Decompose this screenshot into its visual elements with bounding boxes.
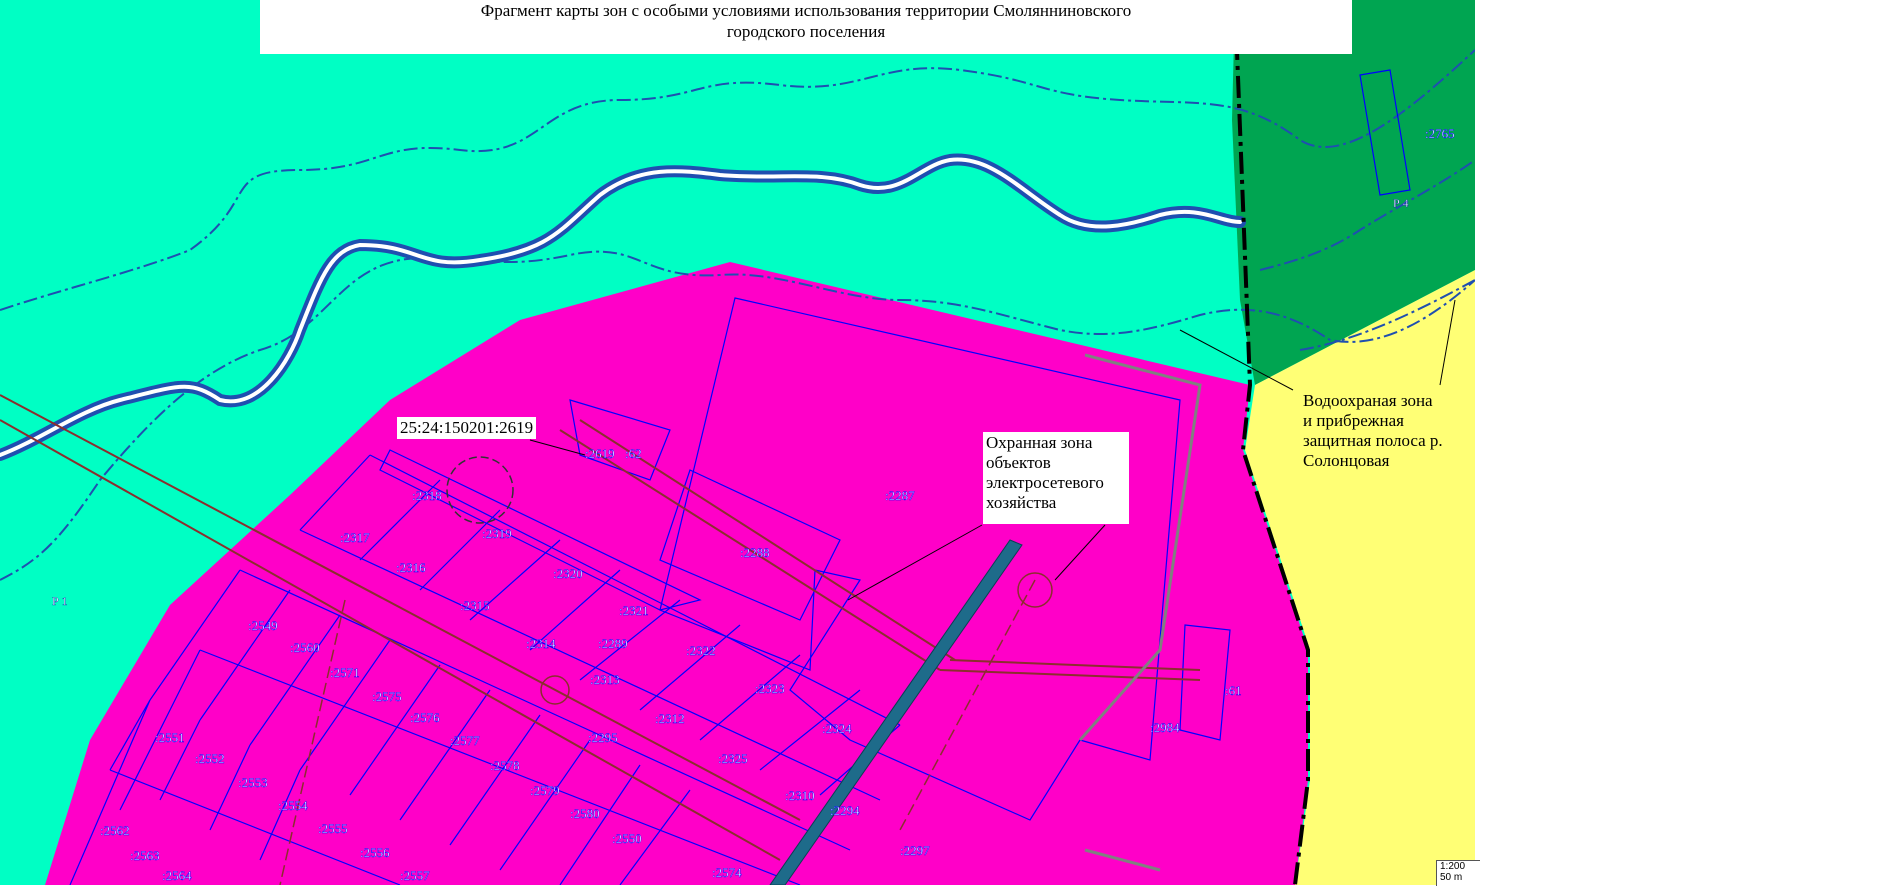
parcel-label-2297: :2297: [900, 843, 930, 858]
parcel-label-2549: :2549: [248, 618, 278, 633]
parcel-label-2324: :2324: [822, 721, 852, 736]
parcel-label-2287: :2287: [885, 488, 915, 503]
scale-indicator: 1:200 50 m: [1436, 860, 1480, 886]
parcel-label-62: :62: [625, 446, 642, 461]
parcel-label-2551: :2551: [155, 730, 185, 745]
parcel-label-2765: :2765: [1425, 126, 1455, 141]
power-zone-line4: хозяйства: [986, 493, 1057, 512]
parcel-label-2315: :2315: [460, 598, 490, 613]
parcel-label-2554: :2554: [278, 798, 308, 813]
parcel-label-2289: :2289: [598, 636, 628, 651]
map-svg[interactable]: :2765 :2619 :62 :2318 :2319 :2317 :2316 :2315 :2…: [0, 0, 1903, 885]
map-title: Фрагмент карты зон с особыми условиями и…: [260, 0, 1352, 54]
water-zone-line4: Солонцовая: [1303, 451, 1390, 470]
parcel-label-2578: :2578: [490, 758, 520, 773]
parcel-label-2580: :2580: [570, 806, 600, 821]
parcel-label-2619: :2619: [585, 446, 615, 461]
parcel-label-2579: :2579: [530, 783, 560, 798]
parcel-label-2576: :2576: [410, 710, 440, 725]
parcel-label-2556: :2556: [360, 845, 390, 860]
water-zone-annotation: Водоохраная зона и прибрежная защитная п…: [1300, 390, 1486, 472]
scale-distance: 50 m: [1440, 872, 1463, 883]
parcel-label-2557: :2557: [400, 868, 430, 883]
parcel-label-2317: :2317: [340, 530, 370, 545]
parcel-label-2552: :2552: [195, 751, 225, 766]
parcel-label-2294: :2294: [830, 803, 860, 818]
parcel-label-2563: :2563: [130, 848, 160, 863]
water-zone-line1: Водоохраная зона: [1303, 391, 1433, 410]
zone-label-r1: Р 1: [52, 594, 68, 608]
parcel-label-2313: :2313: [590, 672, 620, 687]
zone-label-r4: Р 4: [1393, 196, 1409, 210]
parcel-label-2322: :2322: [686, 643, 716, 658]
water-zone-line3: защитная полоса р.: [1303, 431, 1443, 450]
parcel-label-2562: :2562: [100, 823, 130, 838]
parcel-label-2321: :2321: [619, 603, 649, 618]
parcel-label-2319: :2319: [482, 526, 512, 541]
parcel-label-2288: :2288: [740, 545, 770, 560]
parcel-label-2555: :2555: [318, 821, 348, 836]
parcel-label-2574: :2574: [712, 865, 742, 880]
parcel-label-61: :61: [1225, 683, 1242, 698]
parcel-label-2550: :2550: [612, 831, 642, 846]
power-zone-annotation: Охранная зона объектов электросетевого х…: [983, 432, 1129, 524]
parcel-label-2571: :2571: [330, 665, 360, 680]
parcel-label-2316: :2316: [396, 560, 426, 575]
parcel-label-2320: :2320: [553, 566, 583, 581]
parcel-label-2310: :2310: [785, 788, 815, 803]
power-zone-line2: объектов: [986, 453, 1051, 472]
parcel-label-2325: :2325: [718, 751, 748, 766]
parcel-label-2312: :2312: [655, 711, 685, 726]
map-title-line1: Фрагмент карты зон с особыми условиями и…: [480, 1, 1132, 20]
parcel-label-2984: :2984: [1150, 720, 1180, 735]
parcel-label-2314: :2314: [526, 636, 556, 651]
parcel-label-2577: :2577: [450, 733, 480, 748]
parcel-label-2295: :2295: [588, 730, 618, 745]
power-zone-line1: Охранная зона: [986, 433, 1093, 452]
water-zone-line2: и прибрежная: [1303, 411, 1404, 430]
parcel-label-2564: :2564: [162, 868, 192, 883]
parcel-label-2560: :2560: [290, 640, 320, 655]
power-zone-line3: электросетевого: [986, 473, 1104, 492]
parcel-label-2318: :2318: [412, 488, 442, 503]
cadastral-number-label: 25:24:150201:2619: [397, 417, 537, 439]
parcel-label-2575: :2575: [372, 689, 402, 704]
parcel-label-2323: :2323: [755, 681, 785, 696]
map-title-line2: городского поселения: [726, 22, 886, 41]
map-canvas[interactable]: :2765 :2619 :62 :2318 :2319 :2317 :2316 :2315 :2…: [0, 0, 1903, 885]
parcel-label-2553: :2553: [238, 775, 268, 790]
scale-ratio: 1:200: [1440, 861, 1466, 872]
